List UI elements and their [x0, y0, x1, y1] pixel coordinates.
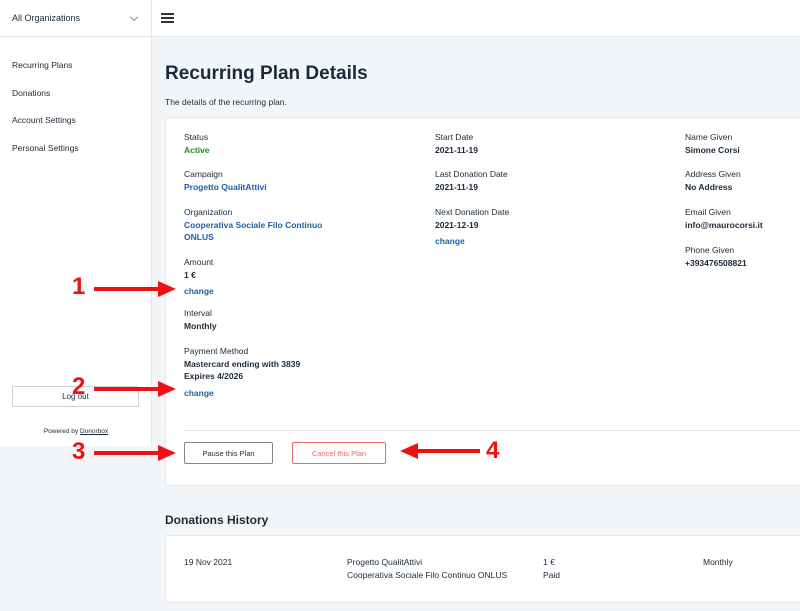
sidebar-item-recurring-plans[interactable]: Recurring Plans: [0, 55, 151, 83]
annotation-number-2: 2: [72, 373, 86, 400]
email-given-field: Email Given info@maurocorsi.it: [685, 206, 763, 231]
status-badge: Active: [184, 144, 210, 155]
amount-label: Amount: [184, 257, 214, 267]
amount-value: 1 €: [184, 269, 196, 280]
sidebar-item-personal-settings[interactable]: Personal Settings: [0, 138, 151, 166]
start-date-field: Start Date 2021-11-19: [435, 131, 478, 156]
sidebar-item-account-settings[interactable]: Account Settings: [0, 110, 151, 138]
phone-given-field: Phone Given +393476508821: [685, 244, 747, 269]
next-donation-value: 2021-12-19: [435, 219, 479, 230]
organization-field: Organization Cooperativa Sociale Filo Co…: [184, 206, 322, 244]
donations-history-title: Donations History: [165, 513, 269, 527]
start-date-label: Start Date: [435, 132, 474, 142]
name-given-label: Name Given: [685, 132, 733, 142]
organization-select[interactable]: All Organizations: [0, 0, 151, 37]
annotation-number-4: 4: [486, 437, 500, 464]
payment-method-card: Mastercard ending with 3839: [184, 358, 301, 369]
organization-line-1: Cooperativa Sociale Filo Continuo: [184, 219, 323, 230]
status-label: Status: [184, 132, 209, 142]
payment-change-link[interactable]: change: [184, 386, 214, 400]
phone-given-label: Phone Given: [685, 245, 735, 255]
address-given-label: Address Given: [685, 169, 741, 179]
organization-line-2: ONLUS: [184, 232, 214, 242]
next-donation-change-link[interactable]: change: [435, 234, 465, 248]
history-status: Paid: [543, 569, 561, 580]
payment-method-label: Payment Method: [184, 346, 249, 356]
name-given-value: Simone Corsi: [685, 144, 740, 155]
phone-given-value: +393476508821: [685, 257, 747, 268]
last-donation-label: Last Donation Date: [435, 169, 508, 179]
next-donation-label: Next Donation Date: [435, 207, 510, 217]
chevron-down-icon: [129, 12, 139, 21]
history-campaign: Progetto QualitAttivi: [347, 557, 423, 567]
amount-change-link[interactable]: change: [184, 284, 214, 298]
interval-label: Interval: [184, 308, 212, 318]
address-given-value: No Address: [685, 181, 733, 192]
last-donation-field: Last Donation Date 2021-11-19: [435, 168, 508, 193]
next-donation-field: Next Donation Date 2021-12-19 change: [435, 206, 509, 249]
address-given-field: Address Given No Address: [685, 168, 741, 193]
organization-label: Organization: [184, 207, 233, 217]
donations-history-card: 19 Nov 2021 Progetto QualitAttivi Cooper…: [165, 535, 800, 603]
pause-plan-button[interactable]: Pause this Plan: [184, 442, 273, 464]
card-divider: [184, 430, 800, 431]
history-date: 19 Nov 2021: [184, 557, 233, 567]
hamburger-menu-icon[interactable]: [161, 13, 174, 23]
donorbox-link[interactable]: Donorbox: [80, 428, 108, 435]
powered-by: Powered by Donorbox: [0, 428, 152, 435]
campaign-label: Campaign: [184, 169, 223, 179]
top-bar: [152, 0, 800, 37]
payment-method-expiry: Expires 4/2026: [184, 371, 244, 381]
email-given-label: Email Given: [685, 207, 731, 217]
interval-field: Interval Monthly: [184, 307, 217, 332]
organization-select-label: All Organizations: [12, 13, 81, 23]
name-given-field: Name Given Simone Corsi: [685, 131, 740, 156]
organization-link[interactable]: Cooperativa Sociale Filo Continuo ONLUS: [184, 219, 322, 244]
status-field: Status Active: [184, 131, 210, 156]
sidebar-item-donations[interactable]: Donations: [0, 83, 151, 111]
sidebar-nav: Recurring Plans Donations Account Settin…: [0, 37, 151, 165]
history-interval: Monthly: [703, 557, 733, 567]
history-campaign-org: Progetto QualitAttivi Cooperativa Social…: [347, 556, 507, 581]
interval-value: Monthly: [184, 320, 217, 331]
annotation-arrow-3: [94, 445, 176, 461]
powered-by-text: Powered by: [43, 428, 79, 435]
cancel-plan-button[interactable]: Cancel this Plan: [292, 442, 386, 464]
campaign-field: Campaign Progetto QualitAttivi: [184, 168, 267, 193]
amount-field: Amount 1 € change: [184, 256, 214, 299]
plan-details-card: Status Active Campaign Progetto QualitAt…: [165, 117, 800, 486]
history-amount-status: 1 € Paid: [543, 556, 560, 581]
page-subtitle: The details of the recurring plan.: [165, 97, 287, 107]
last-donation-value: 2021-11-19: [435, 181, 479, 192]
annotation-number-1: 1: [72, 273, 86, 300]
start-date-value: 2021-11-19: [435, 144, 479, 155]
annotation-number-3: 3: [72, 438, 86, 465]
page-title: Recurring Plan Details: [165, 63, 368, 84]
campaign-link[interactable]: Progetto QualitAttivi: [184, 181, 267, 194]
email-given-value: info@maurocorsi.it: [685, 219, 763, 230]
history-amount: 1 €: [543, 557, 555, 567]
payment-method-field: Payment Method Mastercard ending with 38…: [184, 345, 300, 401]
history-organization: Cooperativa Sociale Filo Continuo ONLUS: [347, 569, 508, 580]
